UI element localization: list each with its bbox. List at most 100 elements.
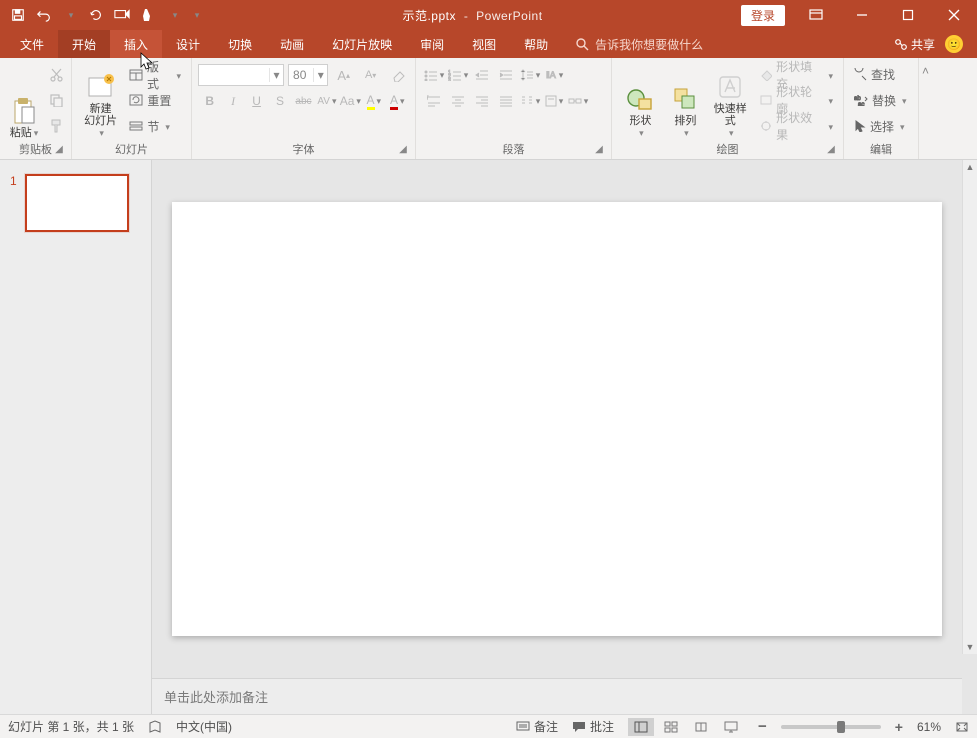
fit-to-window-button[interactable] [955,721,969,733]
slide-counter[interactable]: 幻灯片 第 1 张，共 1 张 [8,718,134,735]
increase-font-button[interactable]: A▴ [332,64,355,86]
align-right-button[interactable] [470,90,494,112]
undo-button[interactable] [32,3,56,27]
tell-me-search[interactable]: 告诉我你想要做什么 [576,30,703,58]
normal-view-button[interactable] [628,718,654,736]
paste-button[interactable]: 粘贴 [6,62,42,139]
tab-slideshow[interactable]: 幻灯片放映 [318,30,406,58]
align-left-icon [427,95,441,107]
new-slide-button[interactable]: 新建 幻灯片 [78,62,123,139]
sorter-view-button[interactable] [658,718,684,736]
thumbnail-1[interactable]: 1 [10,174,141,232]
redo-button[interactable] [84,3,108,27]
tab-file[interactable]: 文件 [6,30,58,58]
zoom-out-button[interactable]: − [758,718,767,735]
tab-design[interactable]: 设计 [162,30,214,58]
undo-dropdown[interactable] [58,3,82,27]
clear-formatting-button[interactable] [386,64,409,86]
change-case-button[interactable]: Aa [339,90,362,112]
layout-button[interactable]: 版式 [125,64,185,86]
quick-styles-button[interactable]: 快速样式 [708,62,753,139]
tab-home[interactable]: 开始 [58,30,110,58]
shape-effects-button[interactable]: 形状效果 [755,115,837,137]
tab-transitions[interactable]: 切换 [214,30,266,58]
slideshow-view-button[interactable] [718,718,744,736]
minimize-button[interactable] [839,0,885,30]
highlight-button[interactable]: A [362,90,385,112]
zoom-in-button[interactable]: + [895,719,903,735]
cut-button[interactable] [44,64,68,86]
slide-scroll-region[interactable] [152,160,962,714]
zoom-slider[interactable] [781,725,881,729]
sign-in-button[interactable]: 登录 [741,5,785,26]
underline-button[interactable]: U [245,90,268,112]
comments-toggle[interactable]: 批注 [572,718,614,735]
select-button[interactable]: 选择 [850,115,912,137]
tab-animations[interactable]: 动画 [266,30,318,58]
font-color-button[interactable]: A [386,90,409,112]
font-size-combo[interactable]: 80▾ [288,64,328,86]
tab-help[interactable]: 帮助 [510,30,562,58]
shapes-button[interactable]: 形状 [618,62,663,139]
columns-button[interactable] [518,90,542,112]
scroll-down-button[interactable]: ▼ [963,640,977,654]
touch-mode-dropdown[interactable] [162,3,186,27]
text-direction-button[interactable]: ‖A [542,64,566,86]
align-left-button[interactable] [422,90,446,112]
dialog-launcher-clipboard[interactable]: ◢ [53,145,65,157]
dialog-launcher-drawing[interactable]: ◢ [825,145,837,157]
language-button[interactable]: 中文(中国) [176,718,232,735]
share-button[interactable]: 共享 [893,36,935,53]
zoom-slider-knob[interactable] [837,721,845,733]
ribbon-display-options-button[interactable] [793,0,839,30]
shadow-button[interactable]: S [268,90,291,112]
decrease-indent-button[interactable] [470,64,494,86]
decrease-font-button[interactable]: A▾ [359,64,382,86]
replace-button[interactable]: abac替换 [850,89,912,111]
vertical-scrollbar[interactable]: ▲ ▼ [962,160,977,654]
feedback-smile-icon[interactable]: 🙂 [945,35,963,53]
start-from-beginning-button[interactable] [110,3,134,27]
increase-indent-button[interactable] [494,64,518,86]
copy-button[interactable] [44,89,68,111]
numbering-button[interactable]: 123 [446,64,470,86]
section-button[interactable]: 节 [125,115,185,137]
scroll-track[interactable] [965,174,975,640]
accessibility-button[interactable] [148,720,162,734]
save-button[interactable] [6,3,30,27]
italic-button[interactable]: I [221,90,244,112]
tab-review[interactable]: 审阅 [406,30,458,58]
bold-button[interactable]: B [198,90,221,112]
qat-customize-dropdown[interactable] [188,3,204,27]
arrange-button[interactable]: 排列 [663,62,708,139]
close-button[interactable] [931,0,977,30]
align-center-button[interactable] [446,90,470,112]
smartart-button[interactable] [566,90,590,112]
maximize-button[interactable] [885,0,931,30]
find-button[interactable]: 查找 [850,64,912,86]
reading-view-button[interactable] [688,718,714,736]
thumbnail-preview[interactable] [25,174,129,232]
slide-thumbnails-pane[interactable]: 1 [0,160,152,714]
font-name-combo[interactable]: ▾ [198,64,284,86]
zoom-percent[interactable]: 61% [917,720,941,734]
tab-view[interactable]: 视图 [458,30,510,58]
ribbon-tabs: 文件 开始 插入 设计 切换 动画 幻灯片放映 审阅 视图 帮助 告诉我你想要做… [0,30,977,58]
char-spacing-button[interactable]: AV [315,90,338,112]
slide-1[interactable] [172,202,942,636]
notes-toggle[interactable]: 备注 [516,718,558,735]
tab-insert[interactable]: 插入 [110,30,162,58]
line-spacing-button[interactable] [518,64,542,86]
notes-pane[interactable]: 单击此处添加备注 [152,678,962,714]
scroll-up-button[interactable]: ▲ [963,160,977,174]
strikethrough-button[interactable]: abc [292,90,315,112]
collapse-ribbon-button[interactable]: ˄ [918,58,932,159]
justify-button[interactable] [494,90,518,112]
bullets-button[interactable] [422,64,446,86]
dialog-launcher-font[interactable]: ◢ [397,145,409,157]
dialog-launcher-paragraph[interactable]: ◢ [593,145,605,157]
touch-mode-button[interactable] [136,3,160,27]
format-painter-button[interactable] [44,115,68,137]
reset-button[interactable]: 重置 [125,89,185,111]
align-text-button[interactable] [542,90,566,112]
